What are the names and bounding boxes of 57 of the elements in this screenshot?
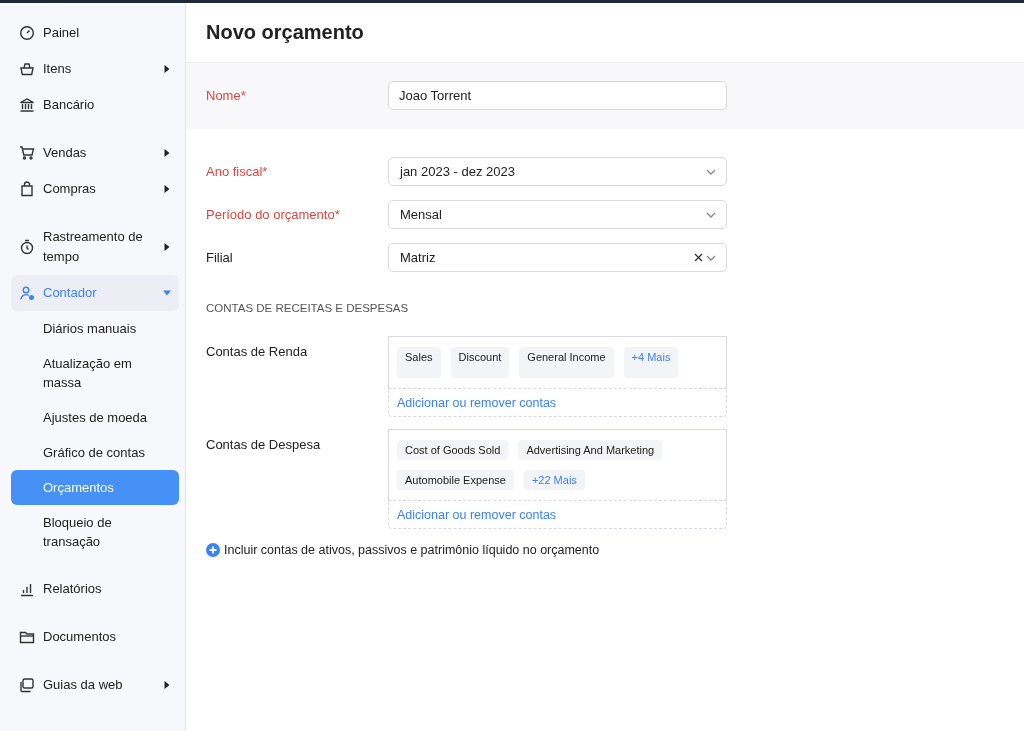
clear-icon[interactable] [694,253,703,262]
sidebar-item[interactable]: Documentos [11,619,179,655]
dashboard-icon [19,25,35,41]
field-label: Contas de Renda [206,343,309,359]
caret-icon [163,149,171,157]
bank-icon [19,97,35,113]
sidebar-item[interactable]: Itens [11,51,179,87]
sidebar-subitem[interactable]: Ajustes de moeda [11,400,179,435]
add-remove-link[interactable]: Adicionar ou remover contas [397,396,557,410]
caret-icon [163,681,171,689]
caret-icon [163,65,171,73]
chevron-down-icon [706,211,716,218]
sidebar-item[interactable]: Relatórios [11,571,179,607]
field-label: Nome* [206,88,247,103]
field-label: Filial [206,250,234,265]
select-field[interactable]: jan 2023 - dez 2023 [388,157,727,186]
select-field[interactable]: Mensal [388,200,727,229]
account-tag: Automobile Expense [397,470,514,490]
sidebar-item[interactable]: Painel [11,15,179,51]
windows-icon [19,677,35,693]
plus-circle-icon [206,543,220,557]
bar-chart-icon [19,581,35,597]
user-icon [19,285,35,301]
account-tag: Advertising And Marketing [518,440,663,460]
field-label: Contas de Despesa [206,436,322,452]
caret-icon [163,289,171,297]
sidebar-subitem[interactable]: Gráfico de contas [11,435,179,470]
sidebar-item[interactable]: Rastreamento de tempo [11,219,179,275]
bag-icon [19,181,35,197]
sidebar-subitem[interactable]: Diários manuais [11,311,179,346]
sidebar-item[interactable]: Guias da web [11,667,179,703]
account-tag: Cost of Goods Sold [397,440,509,460]
select-field[interactable]: Matriz [388,243,727,272]
more-link[interactable]: +4 Mais [623,347,679,378]
basket-icon [19,61,35,77]
stopwatch-icon [19,239,35,255]
include-accounts-link[interactable]: Incluir contas de ativos, passivos e patrimônio líquido no orçamento [224,543,600,557]
sidebar-item[interactable]: Bancário [11,87,179,123]
add-remove-link[interactable]: Adicionar ou remover contas [397,508,557,522]
section-heading: CONTAS DE RECEITAS E DESPESAS [206,302,410,314]
sidebar-item[interactable]: Vendas [11,135,179,171]
sidebar-subitem[interactable]: Atualização em massa [11,346,179,400]
page-title: Novo orçamento [206,21,364,44]
sidebar-item[interactable]: Compras [11,171,179,207]
account-tag: Discount [450,347,510,378]
field-label: Ano fiscal* [206,164,269,179]
account-tag: Sales [397,347,441,378]
chevron-down-icon [706,168,716,175]
caret-icon [163,185,171,193]
cart-icon [19,145,35,161]
name-input[interactable]: Joao Torrent [388,81,727,110]
folder-icon [19,629,35,645]
sidebar-subitem[interactable]: Bloqueio de transação [11,505,179,559]
account-tag: General Income [519,347,614,378]
chevron-down-icon [706,254,716,261]
caret-icon [163,243,171,251]
field-label: Período do orçamento* [206,207,341,222]
